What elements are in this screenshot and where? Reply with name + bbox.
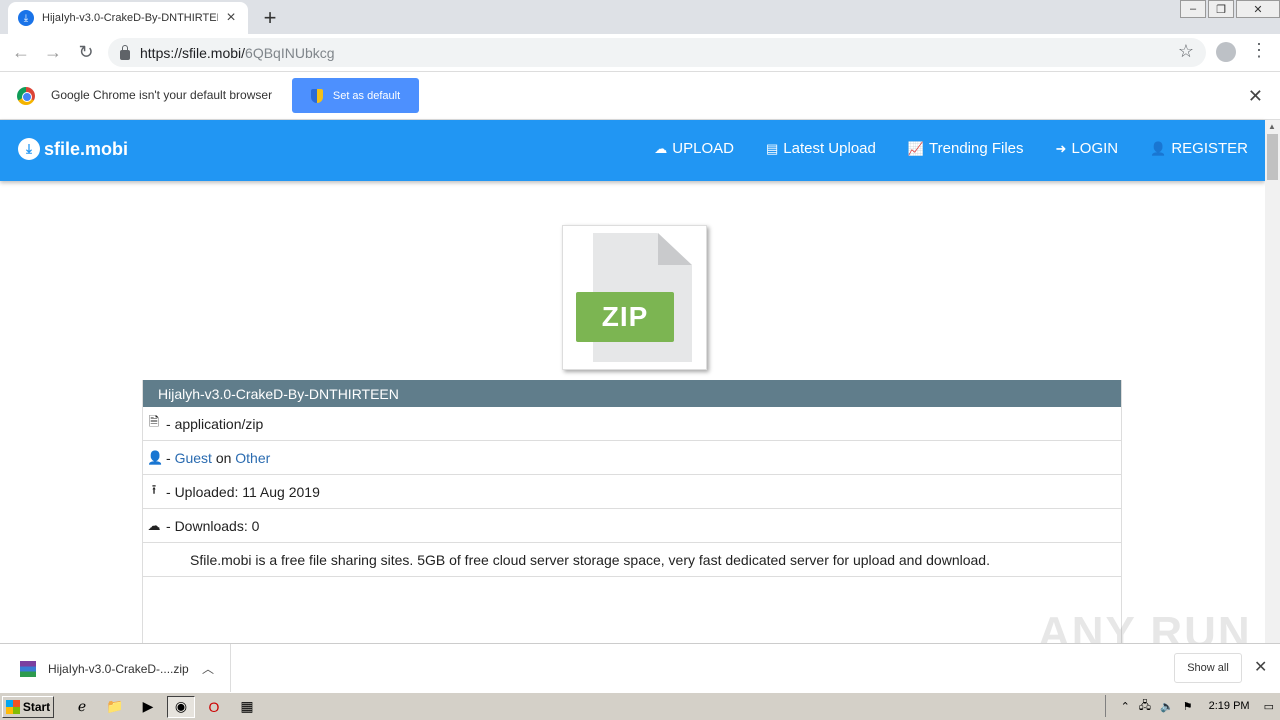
internet-explorer-icon[interactable]: ℯ	[68, 696, 96, 718]
window-controls: – ❐ ✕	[1178, 0, 1280, 18]
infobar-close-icon[interactable]: ✕	[1248, 86, 1263, 107]
minimize-button[interactable]: –	[1180, 0, 1206, 18]
action-center-flag-icon[interactable]: ⚑	[1183, 700, 1193, 713]
site-description: Sfile.mobi is a free file sharing sites.…	[143, 543, 1121, 577]
brand-name: sfile.mobi	[44, 138, 129, 159]
nav-upload[interactable]: ☁ UPLOAD	[654, 140, 734, 157]
media-player-icon[interactable]: ▶	[134, 696, 162, 718]
nav-register-label: REGISTER	[1171, 140, 1248, 157]
file-info-panel: Hijalyh-v3.0-CrakeD-By-DNTHIRTEEN 🗎 - ap…	[142, 380, 1122, 650]
show-all-button[interactable]: Show all	[1174, 653, 1242, 683]
nav-trending-files[interactable]: 📈 Trending Files	[908, 140, 1024, 157]
download-shelf: HijaIyh-v3.0-CrakeD-....zip ︿ Show all ✕	[0, 643, 1280, 693]
url-path: 6QBqINUbkcg	[245, 44, 335, 61]
site-navbar: ⤓ sfile.mobi ☁ UPLOAD ▤ Latest Upload 📈 …	[0, 120, 1265, 181]
downloads-row: ☁ - Downloads: 0	[143, 509, 1121, 543]
default-browser-infobar: Google Chrome isn't your default browser…	[0, 72, 1280, 120]
window-close-button[interactable]: ✕	[1236, 0, 1280, 18]
system-tray: ⌃ 🖧 🔈 ⚑ 2:19 PM ▭	[1104, 695, 1280, 717]
profile-avatar-icon[interactable]	[1216, 42, 1236, 62]
chrome-taskbar-icon[interactable]: ◉	[167, 695, 195, 718]
infobar-message: Google Chrome isn't your default browser	[51, 88, 273, 102]
upload-icon: ⭱	[151, 481, 157, 497]
mime-type: application/zip	[174, 415, 264, 432]
download-logo-icon: ⤓	[18, 138, 40, 160]
new-tab-button[interactable]: +	[259, 5, 281, 31]
user-plus-icon: 👤	[1150, 140, 1167, 156]
uploader-link[interactable]: Guest	[175, 450, 212, 466]
scrollbar-thumb[interactable]	[1267, 134, 1278, 180]
nav-login-label: LOGIN	[1071, 140, 1119, 157]
network-icon[interactable]: 🖧	[1139, 697, 1151, 716]
page-scrollbar[interactable]: ▲	[1265, 120, 1280, 643]
uploaded-date: Uploaded: 11 Aug 2019	[174, 483, 320, 500]
lock-icon	[120, 44, 130, 60]
nav-links: ☁ UPLOAD ▤ Latest Upload 📈 Trending File…	[622, 120, 1248, 177]
winrar-taskbar-icon[interactable]: ▦	[233, 696, 261, 718]
zip-badge: ZIP	[576, 292, 674, 342]
volume-icon[interactable]: 🔈	[1160, 700, 1174, 713]
nav-latest-upload-label: Latest Upload	[783, 140, 876, 157]
windows-logo-icon	[5, 699, 20, 714]
cloud-upload-icon: ☁	[654, 140, 668, 156]
file-type-image: ZIP	[562, 225, 707, 370]
tray-expand-icon[interactable]: ⌃	[1121, 700, 1130, 713]
site-favicon-icon: ⤓	[18, 10, 34, 26]
url-host: https://sfile.mobi/	[140, 44, 246, 61]
explorer-folder-icon[interactable]: 📁	[101, 696, 129, 718]
site-brand[interactable]: ⤓ sfile.mobi	[18, 138, 128, 160]
nav-trending-files-label: Trending Files	[929, 140, 1024, 157]
chevron-up-icon[interactable]: ︿	[202, 660, 214, 677]
category-link[interactable]: Other	[235, 450, 270, 466]
uploaded-row: ⭱ - Uploaded: 11 Aug 2019	[143, 475, 1121, 509]
mime-row: 🗎 - application/zip	[143, 407, 1121, 441]
file-name-header: Hijalyh-v3.0-CrakeD-By-DNTHIRTEEN	[143, 380, 1121, 407]
tab-close-icon[interactable]: ×	[224, 9, 238, 27]
line-chart-icon: 📈	[907, 140, 925, 156]
uac-shield-icon	[310, 88, 323, 103]
nav-login[interactable]: ➜ LOGIN	[1056, 140, 1119, 157]
browser-toolbar: ← → ↻ https://sfile.mobi/ 6QBqINUbkcg ☆ …	[0, 34, 1280, 72]
set-as-default-label: Set as default	[332, 89, 401, 102]
address-bar[interactable]: https://sfile.mobi/ 6QBqINUbkcg ☆	[108, 38, 1206, 67]
file-zip-icon: 🗎	[148, 413, 160, 429]
scroll-up-arrow-icon[interactable]: ▲	[1268, 122, 1276, 131]
download-filename: HijaIyh-v3.0-CrakeD-....zip	[48, 661, 189, 676]
cloud-download-icon: ☁	[147, 517, 161, 533]
opera-icon[interactable]: O	[200, 696, 228, 718]
forward-arrow-icon[interactable]: →	[42, 42, 64, 63]
clock[interactable]: 2:19 PM	[1209, 700, 1250, 712]
start-label: Start	[22, 699, 51, 714]
tab-strip: ⤓ HijaIyh-v3.0-CrakeD-By-DNTHIRTEEN × + …	[0, 0, 1280, 34]
downloads-count: Downloads: 0	[174, 517, 260, 534]
on-text: on	[215, 449, 232, 466]
bookmark-star-icon[interactable]: ☆	[1178, 41, 1194, 62]
reload-icon[interactable]: ↻	[75, 42, 97, 63]
user-icon: 👤	[147, 449, 164, 465]
chrome-logo-icon	[17, 87, 35, 105]
tab-title: HijaIyh-v3.0-CrakeD-By-DNTHIRTEEN	[42, 12, 218, 24]
back-arrow-icon[interactable]: ←	[10, 42, 32, 63]
download-item[interactable]: HijaIyh-v3.0-CrakeD-....zip ︿	[0, 644, 231, 693]
set-as-default-button[interactable]: Set as default	[292, 78, 419, 113]
browser-tab[interactable]: ⤓ HijaIyh-v3.0-CrakeD-By-DNTHIRTEEN ×	[8, 2, 248, 34]
restore-button[interactable]: ❐	[1208, 0, 1234, 18]
windows-taskbar: Start ℯ 📁 ▶ ◉ O ▦ ⌃ 🖧 🔈 ⚑ 2:19 PM ▭	[0, 692, 1280, 720]
chrome-menu-icon[interactable]: ⋮	[1250, 40, 1268, 61]
nav-register[interactable]: 👤 REGISTER	[1150, 140, 1248, 157]
document-fold	[658, 233, 692, 265]
shelf-close-icon[interactable]: ✕	[1254, 657, 1267, 677]
uploader-row: 👤 - Guest on Other	[143, 441, 1121, 475]
winrar-archive-icon	[20, 660, 36, 677]
start-button[interactable]: Start	[2, 695, 54, 718]
sign-in-icon: ➜	[1055, 140, 1067, 156]
show-desktop-icon[interactable]: ▭	[1264, 700, 1274, 713]
list-icon: ▤	[765, 140, 779, 156]
nav-latest-upload[interactable]: ▤ Latest Upload	[766, 140, 876, 157]
nav-upload-label: UPLOAD	[672, 140, 734, 157]
